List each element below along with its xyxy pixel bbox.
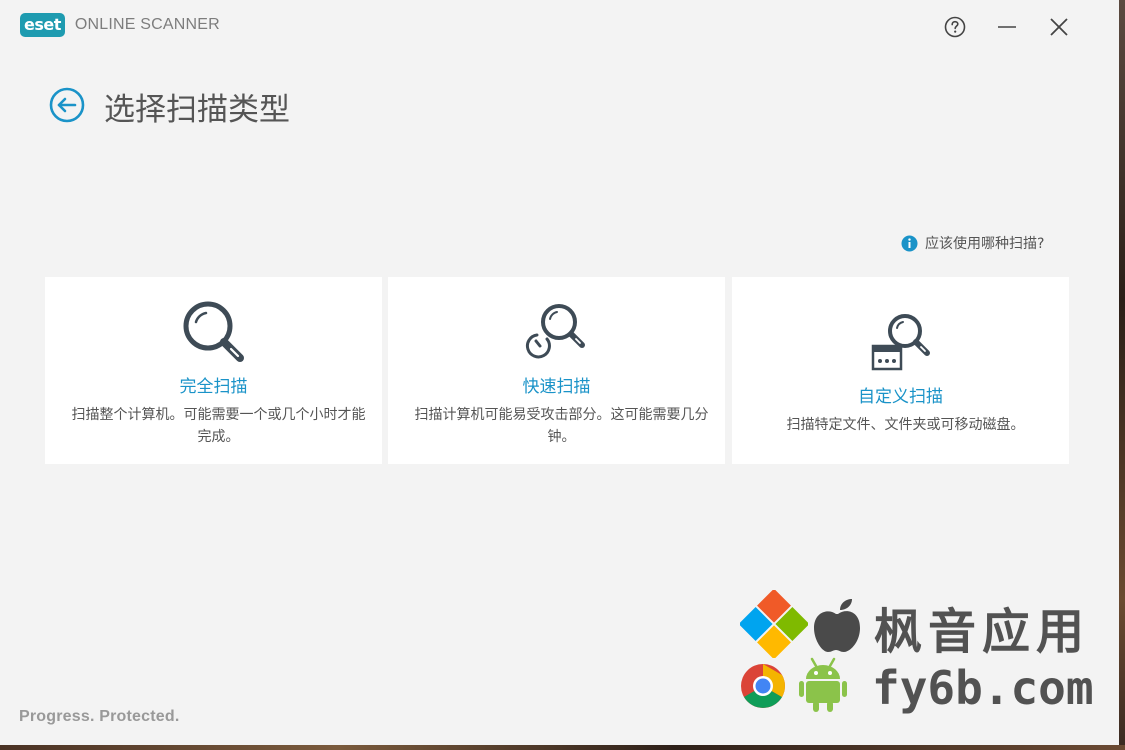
minimize-icon (998, 26, 1016, 28)
quick-scan-icon (525, 304, 585, 359)
custom-scan-card[interactable]: 自定义扫描 扫描特定文件、文件夹或可移动磁盘。 (732, 277, 1069, 464)
app-name: ONLINE SCANNER (74, 16, 220, 33)
magnifier-icon (183, 301, 244, 362)
apple-logo-icon (814, 599, 860, 652)
help-button[interactable] (940, 12, 970, 42)
minimize-button[interactable] (992, 12, 1022, 42)
back-button[interactable] (49, 87, 85, 123)
eset-logo-badge: eset (20, 13, 65, 37)
full-scan-card[interactable]: 完全扫描 扫描整个计算机。可能需要一个或几个小时才能完成。 (45, 277, 382, 464)
full-scan-description: 扫描整个计算机。可能需要一个或几个小时才能完成。 (71, 407, 366, 445)
desktop-edge-bottom (0, 745, 1125, 750)
quick-scan-title: 快速扫描 (522, 377, 591, 397)
help-link-label: 应该使用哪种扫描? (925, 236, 1045, 252)
close-button[interactable] (1044, 12, 1074, 42)
quick-scan-card[interactable]: 快速扫描 扫描计算机可能易受攻击部分。这可能需要几分钟。 (388, 277, 725, 464)
android-logo-icon (799, 657, 847, 712)
close-icon (1050, 18, 1068, 36)
desktop-edge-right (1119, 0, 1125, 750)
question-circle-icon (944, 16, 966, 38)
eset-logo: eset ONLINE SCANNER (20, 13, 220, 37)
app-window: eset ONLINE SCANNER 选择扫描类型 应该使用哪种扫描? 完全扫… (0, 0, 1119, 745)
info-icon (901, 235, 918, 251)
custom-scan-description: 扫描特定文件、文件夹或可移动磁盘。 (786, 417, 1025, 433)
footer-tagline: Progress. Protected. (19, 708, 180, 725)
full-scan-title: 完全扫描 (179, 377, 248, 397)
watermark-domain-text: fy6b.com (872, 661, 1094, 715)
watermark-cn-text: 枫音应用 (874, 604, 1091, 660)
custom-scan-title: 自定义扫描 (858, 387, 943, 407)
which-scan-help-link[interactable]: 应该使用哪种扫描? (901, 233, 1044, 253)
windows-logo-icon (740, 590, 808, 658)
custom-scan-icon (871, 314, 930, 371)
page-title: 选择扫描类型 (104, 92, 290, 128)
back-arrow-icon (49, 87, 85, 123)
chrome-logo-icon (741, 664, 785, 708)
quick-scan-description: 扫描计算机可能易受攻击部分。这可能需要几分钟。 (414, 407, 709, 445)
